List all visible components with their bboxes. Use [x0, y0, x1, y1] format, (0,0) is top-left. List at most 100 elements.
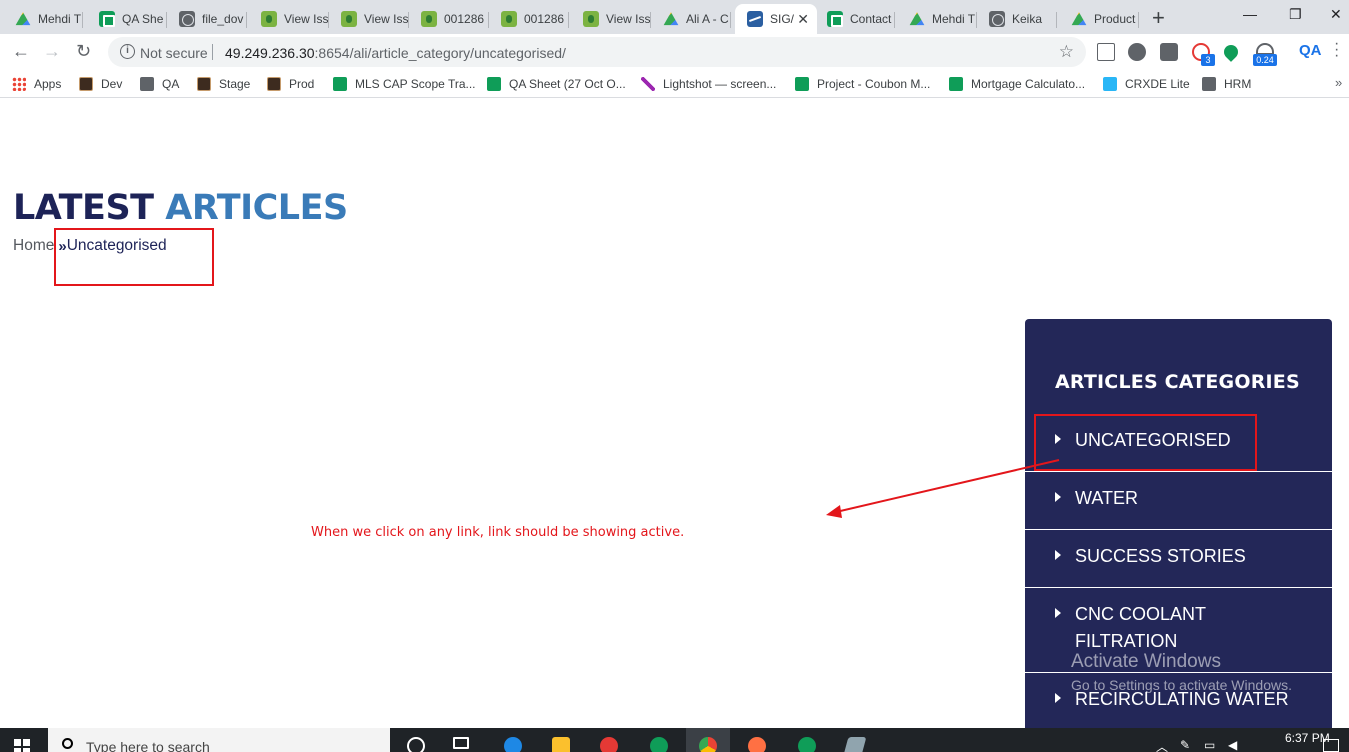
caret-right-icon — [1055, 492, 1061, 502]
browser-tab[interactable]: 001286 — [409, 4, 489, 34]
drive-icon — [663, 12, 679, 26]
chrome-icon[interactable] — [699, 737, 717, 752]
bookmark-item[interactable]: MLS CAP Scope Tra... — [333, 76, 476, 92]
apps-grid-icon — [12, 77, 26, 91]
browser-tab[interactable]: Keika — [977, 4, 1057, 34]
browser-tab[interactable]: Ali A - C — [651, 4, 731, 34]
security-label[interactable]: Not secure — [140, 45, 208, 61]
crxde-icon — [1103, 77, 1117, 91]
taskbar-search-box[interactable]: Type here to search — [48, 728, 390, 752]
url-text[interactable]: 49.249.236.30:8654/ali/article_category/… — [225, 45, 566, 61]
windows-taskbar: Type here to search ︿ ✎ ▭ ◀ 6:37 PM — [0, 728, 1349, 752]
bookmark-item[interactable]: Stage — [197, 76, 250, 92]
browser-tab[interactable]: Product — [1059, 4, 1139, 34]
search-icon — [62, 738, 73, 749]
bookmark-label: Apps — [34, 77, 62, 91]
bookmark-item[interactable]: Dev — [79, 76, 122, 92]
minimize-button[interactable]: — — [1243, 6, 1257, 22]
aem-icon — [79, 77, 93, 91]
tab-title: QA She — [122, 12, 164, 26]
browser-tab[interactable]: Contact — [815, 4, 895, 34]
bookmark-item[interactable]: Mortgage Calculato... — [949, 76, 1085, 92]
notes-app-icon[interactable] — [843, 737, 867, 752]
reload-button[interactable]: ↻ — [76, 41, 91, 62]
tab-title: Keika — [1012, 12, 1043, 26]
bookmark-item[interactable]: HRM — [1202, 76, 1251, 92]
bookmark-item[interactable]: CRXDE Lite — [1103, 76, 1190, 92]
bug-icon — [261, 11, 277, 27]
bookmarks-overflow-icon[interactable]: » — [1335, 75, 1342, 90]
browser-tab[interactable]: QA She — [87, 4, 167, 34]
hangouts-icon[interactable] — [798, 737, 816, 752]
volume-icon[interactable]: ◀ — [1228, 738, 1237, 752]
globe-icon — [1202, 77, 1216, 91]
new-tab-button[interactable]: + — [1152, 5, 1165, 31]
category-label: Water — [1075, 488, 1138, 508]
browser-tab[interactable]: file_dov — [167, 4, 247, 34]
firefox-icon[interactable] — [748, 737, 766, 752]
circle-extension-icon[interactable] — [1128, 43, 1146, 61]
bookmark-item[interactable]: Lightshot — screen... — [641, 76, 776, 92]
cortana-icon[interactable] — [407, 737, 425, 752]
browser-tab[interactable]: Mehdi T — [897, 4, 977, 34]
page-content: LATEST ARTICLES Home » Uncategorised Whe… — [0, 98, 1349, 728]
bookmark-item[interactable]: Project - Coubon M... — [795, 76, 930, 92]
close-window-button[interactable]: ✕ — [1330, 6, 1342, 23]
notification-icon[interactable] — [1323, 739, 1339, 752]
browser-tab[interactable]: SIG/✕ — [735, 4, 817, 34]
qa-extension-icon[interactable]: QA — [1299, 42, 1322, 59]
bookmark-item[interactable]: Prod — [267, 76, 314, 92]
category-link[interactable]: Water — [1025, 471, 1332, 529]
caret-right-icon — [1055, 608, 1061, 618]
hangouts-icon[interactable] — [650, 737, 668, 752]
taskbar-search-placeholder: Type here to search — [86, 739, 210, 752]
bookmark-item[interactable]: QA Sheet (27 Oct O... — [487, 76, 626, 92]
category-link[interactable]: Success Stories — [1025, 529, 1332, 587]
task-view-icon[interactable] — [453, 737, 469, 749]
close-tab-icon[interactable]: ✕ — [797, 11, 809, 28]
bookmark-label: Dev — [101, 77, 123, 91]
forward-button[interactable]: → — [43, 41, 61, 62]
address-bar[interactable]: i Not secure 49.249.236.30:8654/ali/arti… — [108, 37, 1086, 67]
page-title-word-2: ARTICLES — [165, 188, 348, 228]
site-info-icon[interactable]: i — [120, 44, 135, 59]
sheets-icon — [333, 77, 347, 91]
restore-button[interactable]: ❐ — [1289, 6, 1302, 23]
breadcrumb-home-link[interactable]: Home — [13, 237, 54, 255]
tab-title: View Iss — [364, 12, 409, 26]
tab-title: Product — [1094, 12, 1136, 26]
pen-icon[interactable]: ✎ — [1180, 738, 1190, 752]
browser-tab[interactable]: View Iss — [329, 4, 409, 34]
bookmark-item[interactable]: Apps — [12, 76, 61, 92]
bookmark-label: Prod — [289, 77, 315, 91]
annotation-arrow-head — [826, 505, 842, 518]
omnibox-divider — [212, 44, 213, 60]
page-title-word-1: LATEST — [13, 188, 154, 228]
file-explorer-icon[interactable] — [552, 737, 570, 752]
camera-extension-icon[interactable] — [1160, 43, 1178, 61]
category-label: CNC Coolant Filtration — [1075, 604, 1206, 651]
tab-title: View Iss — [606, 12, 651, 26]
network-icon[interactable]: ▭ — [1204, 738, 1215, 752]
browser-tab[interactable]: 001286 — [489, 4, 569, 34]
bookmark-star-icon[interactable]: ☆ — [1059, 42, 1074, 62]
map-pin-extension-icon[interactable] — [1221, 42, 1241, 62]
windows-activation-watermark: Activate Windows Go to Settings to activ… — [1071, 651, 1292, 693]
drive-icon — [1071, 12, 1087, 26]
bookmark-label: Lightshot — screen... — [663, 77, 777, 91]
document-extension-icon[interactable] — [1097, 43, 1115, 61]
browser-tab[interactable]: View Iss — [571, 4, 651, 34]
tray-chevron-icon[interactable]: ︿ — [1156, 738, 1168, 752]
category-label: Success Stories — [1075, 546, 1246, 566]
tab-title: View Iss — [284, 12, 329, 26]
back-button[interactable]: ← — [12, 41, 30, 62]
edge-icon[interactable] — [504, 737, 522, 752]
browser-tab[interactable]: Mehdi T — [3, 4, 83, 34]
windows-start-icon[interactable] — [14, 739, 30, 752]
checklist-app-icon[interactable] — [600, 737, 618, 752]
bookmark-label: CRXDE Lite — [1125, 77, 1190, 91]
caret-right-icon — [1055, 550, 1061, 560]
browser-tab[interactable]: View Iss — [249, 4, 329, 34]
browser-menu-icon[interactable]: · · · — [1334, 36, 1339, 64]
bookmark-item[interactable]: QA — [140, 76, 179, 92]
